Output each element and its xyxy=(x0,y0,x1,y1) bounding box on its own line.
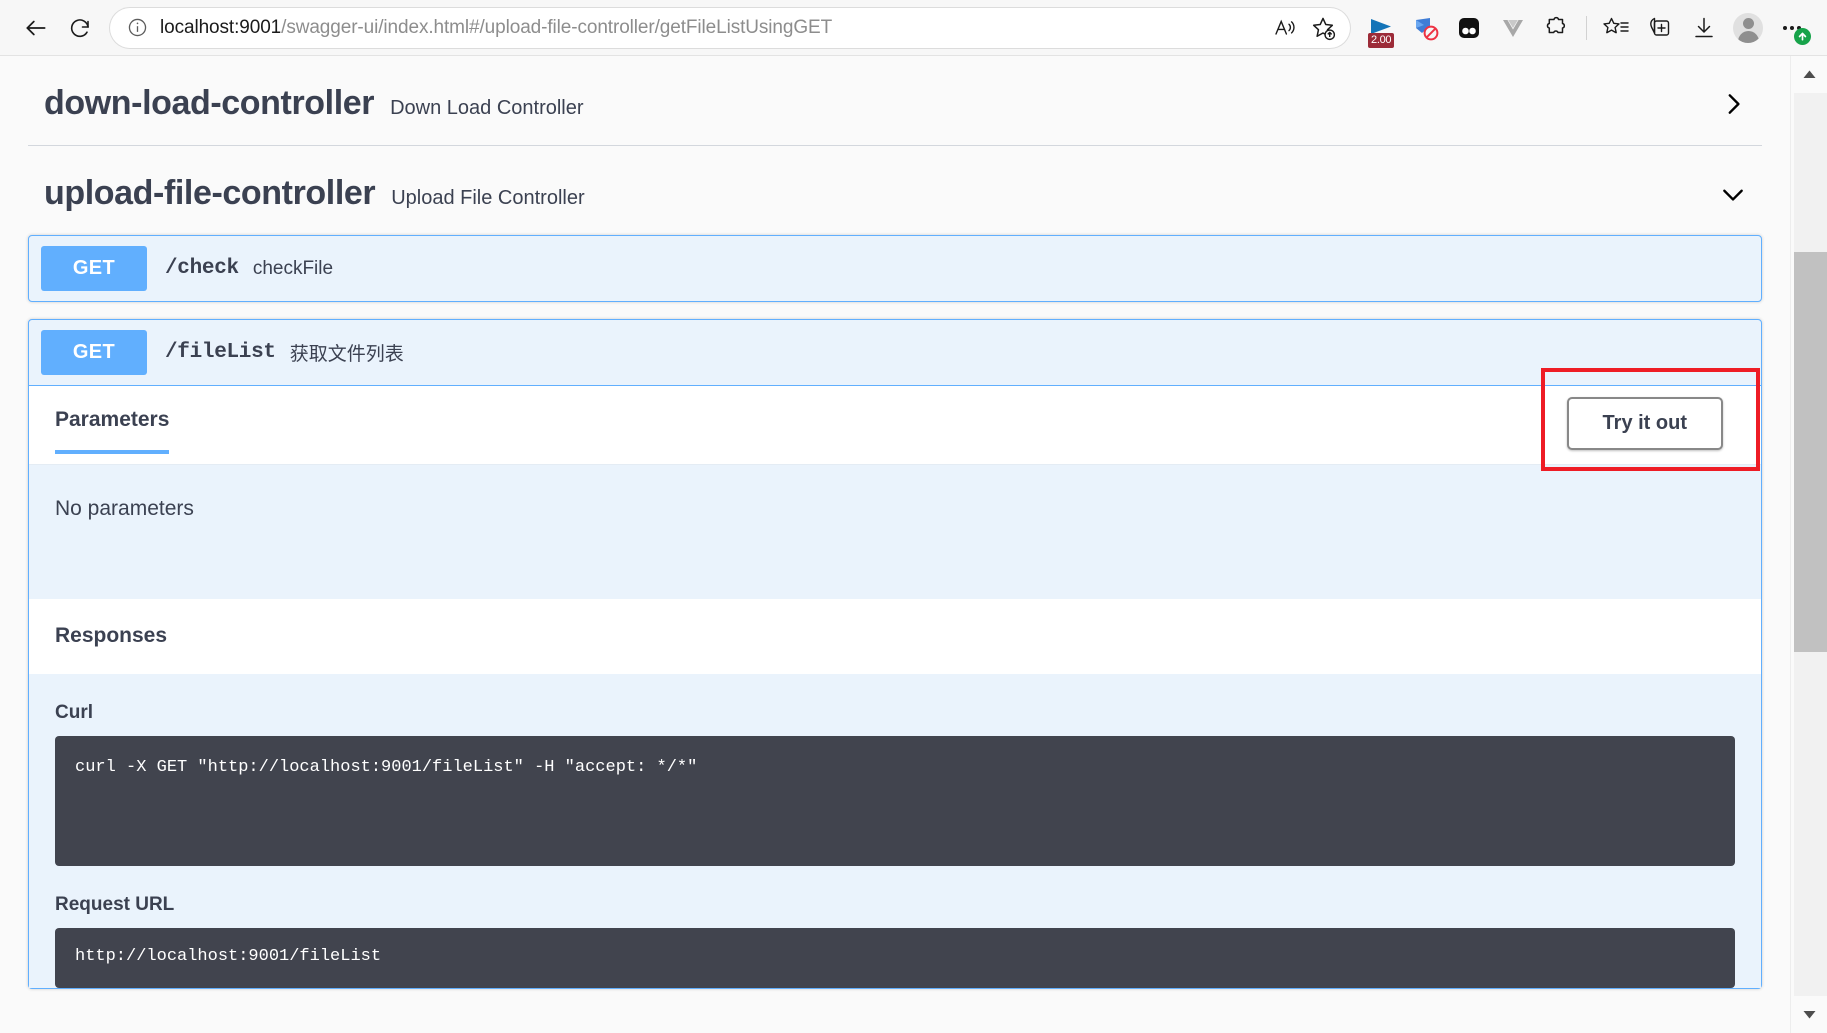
read-aloud-icon[interactable] xyxy=(1266,11,1304,45)
operation-summary-text: checkFile xyxy=(252,257,334,279)
try-it-out-wrapper: Try it out xyxy=(1540,368,1760,471)
operation-summary-text: 获取文件列表 xyxy=(289,344,404,365)
url-host: localhost:9001 xyxy=(160,16,282,38)
parameters-header-row: Parameters Try it out xyxy=(29,368,1761,471)
chevron-right-icon[interactable] xyxy=(1720,91,1746,117)
operation-get-filelist[interactable]: GET /fileList 获取文件列表 Parameters Try it o… xyxy=(28,319,1762,989)
vertical-scrollbar[interactable] xyxy=(1790,56,1827,1033)
operation-summary[interactable]: GET /check checkFile xyxy=(29,236,1761,301)
request-url-block[interactable]: http://localhost:9001/fileList xyxy=(55,928,1735,988)
extension-badge-count: 2.00 xyxy=(1368,32,1395,48)
parameters-body: No parameters xyxy=(29,464,1761,599)
scrollbar-thumb[interactable] xyxy=(1794,252,1827,652)
operation-details: Parameters Try it out No parameters Resp… xyxy=(29,368,1761,988)
address-bar[interactable]: localhost:9001/swagger-ui/index.html#/up… xyxy=(110,7,1350,48)
tag-header-down-load-controller[interactable]: down-load-controller Down Load Controlle… xyxy=(28,56,1762,146)
chevron-down-icon[interactable] xyxy=(1720,181,1746,207)
tag-description: Down Load Controller xyxy=(390,97,584,119)
toolbar-divider xyxy=(1586,15,1587,40)
operation-summary[interactable]: GET /fileList 获取文件列表 xyxy=(29,320,1761,385)
extensions-bar: 2.00 xyxy=(1360,7,1813,49)
tag-description: Upload File Controller xyxy=(391,187,585,209)
scroll-down-arrow-icon[interactable] xyxy=(1791,996,1827,1033)
update-available-badge xyxy=(1794,27,1811,45)
no-parameters-text: No parameters xyxy=(55,497,194,520)
favorites-icon[interactable] xyxy=(1595,7,1637,49)
site-info-icon[interactable] xyxy=(126,17,148,39)
operation-path: /check xyxy=(165,257,239,280)
swagger-ui-page: down-load-controller Down Load Controlle… xyxy=(0,56,1790,1033)
vue-devtools-extension-icon[interactable] xyxy=(1492,7,1534,49)
address-bar-text[interactable]: localhost:9001/swagger-ui/index.html#/up… xyxy=(160,17,1266,39)
browser-toolbar: localhost:9001/swagger-ui/index.html#/up… xyxy=(0,0,1827,56)
http-method-badge: GET xyxy=(41,246,147,291)
responses-body: Curl curl -X GET "http://localhost:9001/… xyxy=(29,674,1761,988)
video-speed-controller-extension-icon[interactable]: 2.00 xyxy=(1360,7,1402,49)
tag-header-upload-file-controller[interactable]: upload-file-controller Upload File Contr… xyxy=(28,146,1762,235)
swagger-content: down-load-controller Down Load Controlle… xyxy=(0,56,1790,989)
settings-and-more-button[interactable] xyxy=(1771,7,1813,49)
curl-command-block[interactable]: curl -X GET "http://localhost:9001/fileL… xyxy=(55,736,1735,866)
dark-reader-extension-icon[interactable] xyxy=(1448,7,1490,49)
profile-avatar[interactable] xyxy=(1727,7,1769,49)
adblock-extension-icon[interactable] xyxy=(1404,7,1446,49)
curl-label: Curl xyxy=(55,702,93,723)
url-path: /swagger-ui/index.html#/upload-file-cont… xyxy=(281,16,833,38)
page-viewport: down-load-controller Down Load Controlle… xyxy=(0,56,1827,1033)
add-favorite-icon[interactable] xyxy=(1304,11,1342,45)
request-url-label: Request URL xyxy=(55,894,175,915)
avatar xyxy=(1733,12,1763,43)
http-method-badge: GET xyxy=(41,330,147,375)
operation-get-check[interactable]: GET /check checkFile xyxy=(28,235,1762,302)
scroll-up-arrow-icon[interactable] xyxy=(1791,56,1827,93)
try-it-out-button[interactable]: Try it out xyxy=(1566,397,1723,450)
responses-heading: Responses xyxy=(29,599,1761,674)
back-button[interactable] xyxy=(14,6,58,50)
tag-name: upload-file-controller xyxy=(44,174,376,212)
puzzle-extension-icon[interactable] xyxy=(1536,7,1578,49)
refresh-button[interactable] xyxy=(58,6,102,50)
downloads-icon[interactable] xyxy=(1683,7,1725,49)
collections-icon[interactable] xyxy=(1639,7,1681,49)
operation-path: /fileList xyxy=(165,341,276,364)
tag-name: down-load-controller xyxy=(44,84,375,122)
tab-parameters[interactable]: Parameters xyxy=(55,408,170,454)
